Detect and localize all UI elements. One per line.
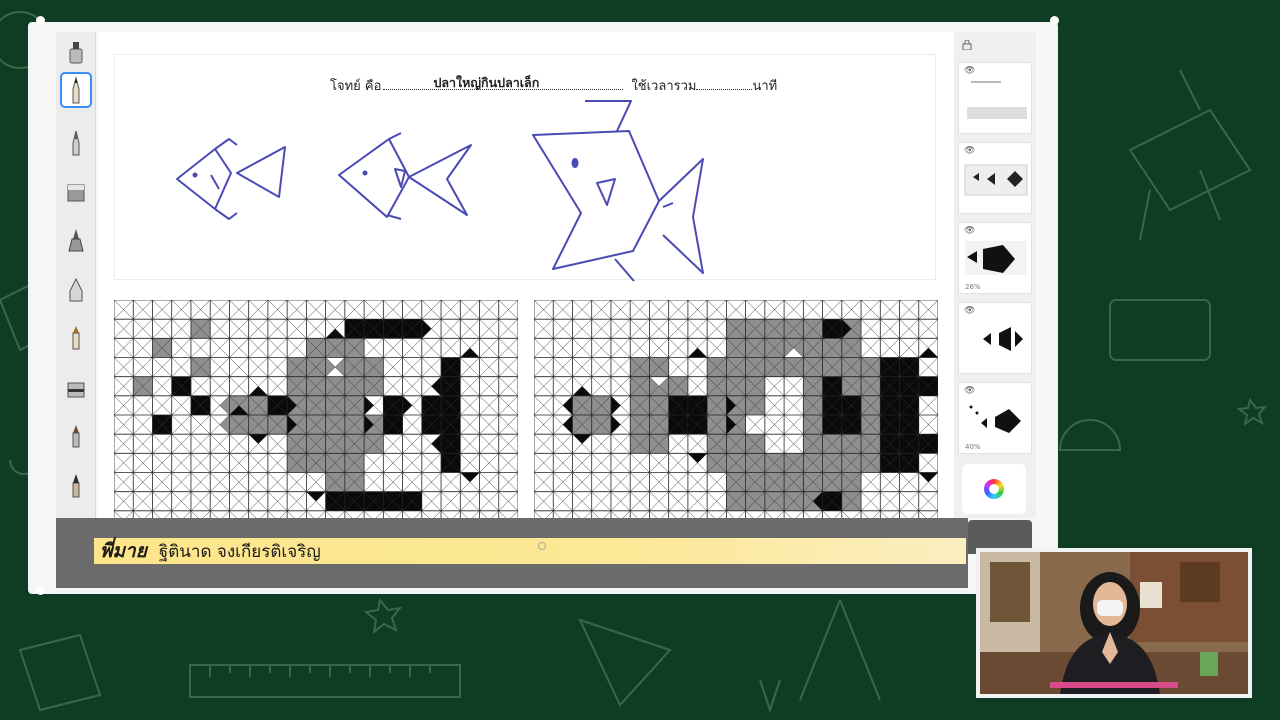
big-fish-sketch <box>532 100 704 281</box>
color-picker-button[interactable] <box>962 464 1026 514</box>
grid-fill-cell <box>610 395 621 415</box>
pixel-fish-grid-left <box>114 300 518 530</box>
frame-pin <box>36 16 45 25</box>
grid-fill-cell <box>248 434 268 444</box>
time-blank <box>696 78 753 90</box>
grid-fill-cell <box>421 319 432 339</box>
grid-fill-cell <box>431 376 442 396</box>
visibility-eye-icon[interactable]: 👁 <box>964 306 975 316</box>
time-label: ใช้เวลารวม <box>631 79 697 94</box>
bell-brush-icon <box>69 277 83 302</box>
pen-tool[interactable] <box>60 124 92 160</box>
marker-icon <box>72 326 80 350</box>
roller-icon <box>67 382 85 398</box>
pencil-icon <box>72 76 80 104</box>
grid-fill-cell <box>687 453 708 463</box>
grid-fill-cell <box>687 347 708 358</box>
dropper-icon <box>72 425 80 448</box>
page-thumbnail[interactable]: 👁 <box>958 142 1032 214</box>
grid-fill-cell <box>610 415 621 435</box>
frame-pin <box>1050 16 1059 25</box>
frame-pin <box>36 586 45 595</box>
problem-statement: โจทย์ คือ ปลาใหญ่กินปลาเล็ก ใช้เวลารวม น… <box>330 75 777 96</box>
medium-fish-sketch <box>338 132 472 220</box>
worksheet-sketch-area: โจทย์ คือ ปลาใหญ่กินปลาเล็ก ใช้เวลารวม น… <box>114 54 936 281</box>
thumbnail-preview <box>967 81 1027 119</box>
pointer-cursor-icon <box>538 542 546 550</box>
page-thumbnail[interactable]: 👁 <box>958 302 1032 374</box>
grid-fill-cell <box>431 434 442 454</box>
ink-bottle-icon <box>69 42 83 64</box>
small-fish-sketch <box>176 138 286 220</box>
grid-fill-cell <box>918 347 938 358</box>
problem-label: โจทย์ คือ <box>330 79 382 94</box>
grid-fill-cell <box>325 328 345 339</box>
pen-icon <box>72 130 80 156</box>
thumbnail-preview <box>964 164 1028 196</box>
thumbnail-preview <box>969 405 1021 433</box>
brush-icon <box>68 229 84 252</box>
visibility-eye-icon[interactable]: 👁 <box>964 386 975 396</box>
grid-fill-cell <box>460 472 480 483</box>
chisel-tool[interactable] <box>60 468 92 504</box>
grid-fill-cell <box>572 434 592 444</box>
grid-fill-cell <box>402 395 413 415</box>
page-percent: 26% <box>965 283 981 291</box>
bell-brush-tool[interactable] <box>60 272 92 308</box>
chisel-icon <box>72 474 80 498</box>
grid-fill-cell <box>562 395 573 415</box>
presenter-webcam <box>976 548 1252 698</box>
dropper-tool[interactable] <box>60 418 92 454</box>
drawing-canvas[interactable]: โจทย์ คือ ปลาใหญ่กินปลาเล็ก ใช้เวลารวม น… <box>98 32 954 540</box>
eraser-icon <box>67 184 85 202</box>
visibility-eye-icon[interactable]: 👁 <box>964 66 975 76</box>
page-thumbnail[interactable]: 👁 <box>958 62 1032 134</box>
grid-fill-cell <box>572 386 592 396</box>
drawing-tool-panel <box>56 32 96 518</box>
pencil-tool[interactable] <box>60 72 92 108</box>
presenter-full-name: ฐิตินาด จงเกียรติเจริญ <box>158 541 321 562</box>
grid-fill-cell <box>248 386 268 396</box>
presenter-name-banner: พี่มาย ฐิตินาด จงเกียรติเจริญ <box>94 538 966 564</box>
roller-tool[interactable] <box>60 370 92 406</box>
page-percent: 40% <box>965 443 981 451</box>
thumbnail-preview <box>965 241 1027 275</box>
grid-fill-cell <box>460 347 480 358</box>
presenter-nickname: พี่มาย <box>100 540 147 562</box>
color-wheel-icon <box>984 479 1004 499</box>
visibility-eye-icon[interactable]: 👁 <box>964 226 975 236</box>
grid-fill-cell <box>219 415 230 435</box>
page-thumbnail[interactable]: 👁 40% <box>958 382 1032 454</box>
marker-tool[interactable] <box>60 320 92 356</box>
grid-fill-cell <box>562 415 573 435</box>
brush-tool[interactable] <box>60 222 92 258</box>
grid-fill-cell <box>364 395 374 415</box>
ink-bottle-tool[interactable] <box>60 34 92 70</box>
grid-fill-cell <box>306 491 326 502</box>
fish-sketches <box>176 100 704 281</box>
thumbnail-preview <box>983 327 1023 351</box>
lock-icon[interactable] <box>962 40 972 50</box>
page-thumbnail[interactable]: 👁 26% <box>958 222 1032 294</box>
problem-answer-line: ปลาใหญ่กินปลาเล็ก <box>383 75 624 90</box>
time-unit: นาที <box>752 79 778 94</box>
grid-fill-cell <box>918 472 938 483</box>
visibility-eye-icon[interactable]: 👁 <box>964 146 975 156</box>
eraser-tool[interactable] <box>60 174 92 210</box>
grid-fill-cell <box>219 395 230 415</box>
webcam-video-frame <box>980 552 1248 694</box>
problem-answer: ปลาใหญ่กินปลาเล็ก <box>433 75 540 90</box>
pixel-fish-grid-right <box>534 300 938 530</box>
